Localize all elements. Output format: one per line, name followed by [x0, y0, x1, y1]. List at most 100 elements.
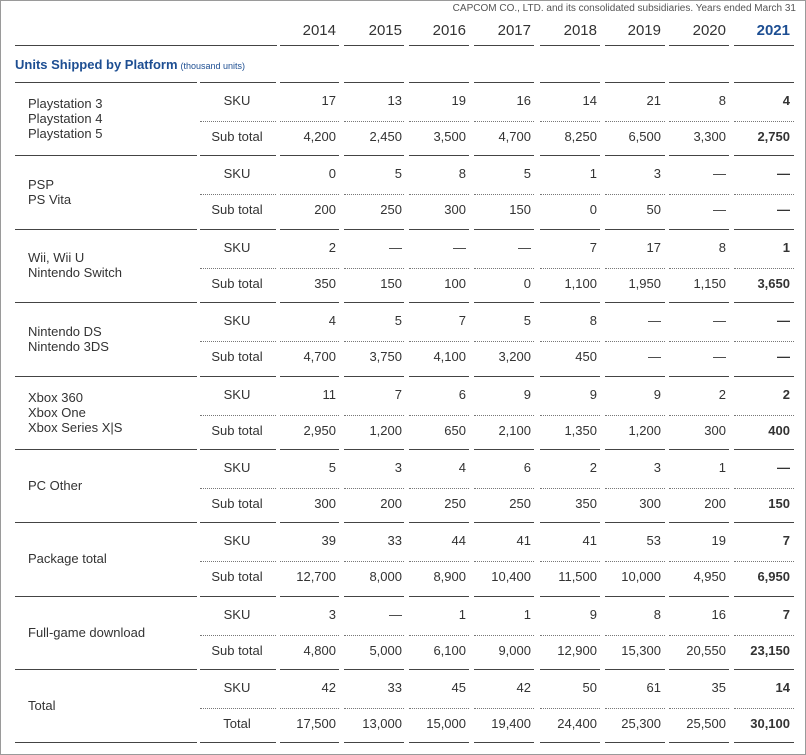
row-separator — [344, 267, 404, 269]
row-separator — [669, 561, 729, 563]
group-rule-cell — [474, 449, 534, 450]
table-cell-2014: 4,200 — [303, 129, 336, 144]
row-separator — [409, 194, 469, 196]
table-cell-2019: 300 — [639, 496, 661, 511]
table-bottom-rule-cell — [280, 741, 339, 743]
group-rule-label — [200, 302, 276, 304]
row-label: Sub total — [211, 642, 263, 658]
row-label: Sub total — [211, 349, 263, 365]
row-separator — [344, 194, 404, 196]
table-cell-2016: 250 — [444, 496, 466, 511]
group-rule-cell — [280, 375, 339, 377]
table-bottom-rule-cell — [734, 741, 794, 743]
row-separator — [409, 708, 469, 710]
row-separator — [540, 194, 600, 196]
table-cell-2018: 11,500 — [558, 569, 597, 585]
platform-name-line: Xbox 360 — [28, 389, 83, 405]
group-rule-cell — [669, 155, 729, 157]
platform-name-line: Wii, Wii U — [28, 250, 85, 266]
row-separator — [280, 341, 339, 343]
group-rule-cell — [669, 522, 729, 524]
table-cell-2018: 9 — [589, 606, 597, 622]
table-cell-2016: 8 — [458, 166, 466, 182]
table-cell-2021: 30,100 — [750, 716, 790, 732]
table-cell-2017: 2,100 — [498, 422, 531, 438]
row-separator — [280, 488, 339, 489]
row-separator — [734, 121, 794, 122]
row-separator — [474, 341, 534, 343]
group-rule-label — [200, 669, 276, 671]
row-separator — [669, 634, 729, 636]
table-cell-2019: 8 — [653, 606, 661, 622]
year-header-2014: 2014 — [302, 22, 336, 39]
table-cell-2016: 650 — [444, 422, 466, 438]
table-cell-2017: 5 — [523, 313, 531, 329]
group-rule-cell — [409, 302, 469, 304]
group-rule-cell — [409, 595, 469, 597]
header-rule-left — [15, 45, 277, 46]
row-separator — [344, 634, 404, 636]
table-cell-2014: 300 — [314, 496, 336, 511]
group-rule-cell — [734, 669, 794, 671]
group-rule-cell — [734, 302, 794, 304]
table-cell-2016: 300 — [444, 202, 466, 218]
table-cell-2018: 1 — [589, 166, 597, 182]
table-cell-2019: 3 — [653, 460, 661, 475]
table-cell-2014: 3 — [328, 606, 336, 622]
platform-name-line: Total — [28, 698, 56, 714]
table-cell-2015: 3,750 — [369, 349, 402, 365]
row-separator — [200, 414, 276, 416]
row-label: Sub total — [211, 275, 263, 291]
table-cell-2020: 2 — [718, 386, 726, 402]
table-cell-2020: 20,550 — [686, 642, 726, 658]
table-cell-2017: 10,400 — [491, 569, 531, 585]
table-cell-2020: 1,150 — [693, 275, 726, 291]
year-header-2015: 2015 — [368, 22, 402, 39]
table-cell-2015: 150 — [380, 275, 402, 291]
group-rule-platform — [15, 595, 197, 597]
table-cell-2021: 6,950 — [757, 569, 790, 585]
row-separator — [344, 561, 404, 563]
row-label: SKU — [223, 93, 251, 108]
table-bottom-rule-platform — [15, 741, 197, 743]
group-rule-cell — [409, 155, 469, 157]
table-cell-2015: 250 — [380, 202, 402, 218]
row-separator — [734, 194, 794, 196]
group-rule-cell — [605, 228, 665, 230]
table-cell-2015: 5,000 — [369, 642, 402, 658]
platform-name: PSP PS Vita — [28, 177, 71, 207]
row-separator — [200, 708, 276, 710]
table-cell-2017: 41 — [516, 533, 531, 549]
platform-name-line: Nintendo DS — [28, 323, 102, 339]
row-separator — [734, 634, 794, 636]
platform-name-line: Nintendo Switch — [28, 265, 122, 281]
table-bottom-rule-cell — [605, 741, 665, 743]
table-bottom-rule-label — [200, 741, 276, 743]
group-rule-platform — [15, 449, 197, 450]
table-cell-2020: 8 — [718, 239, 726, 255]
year-header-2021: 2021 — [756, 22, 790, 39]
group-rule-platform — [15, 375, 197, 377]
row-separator — [344, 414, 404, 416]
table-cell-2015: — — [389, 239, 402, 255]
table-cell-2019: 50 — [646, 202, 661, 218]
group-rule-cell — [344, 595, 404, 597]
table-cell-2015: 33 — [387, 533, 402, 549]
row-separator — [344, 488, 404, 489]
table-cell-2014: 42 — [321, 680, 336, 696]
table-cell-2016: 15,000 — [426, 716, 466, 732]
row-label: SKU — [223, 606, 251, 622]
platform-name-line: Xbox One — [28, 404, 86, 420]
group-rule-cell — [409, 669, 469, 671]
group-rule-cell — [540, 449, 600, 450]
table-cell-2017: 42 — [516, 680, 531, 696]
table-cell-2018: 50 — [582, 680, 597, 696]
row-separator — [200, 194, 276, 196]
table-cell-2016: 3,500 — [433, 129, 466, 144]
table-cell-2016: 45 — [451, 680, 466, 696]
table-cell-2019: 61 — [646, 680, 661, 696]
group-rule-cell — [280, 522, 339, 524]
table-cell-2014: 5 — [328, 460, 336, 475]
table-cell-2017: 6 — [523, 460, 531, 475]
row-separator — [344, 121, 404, 122]
